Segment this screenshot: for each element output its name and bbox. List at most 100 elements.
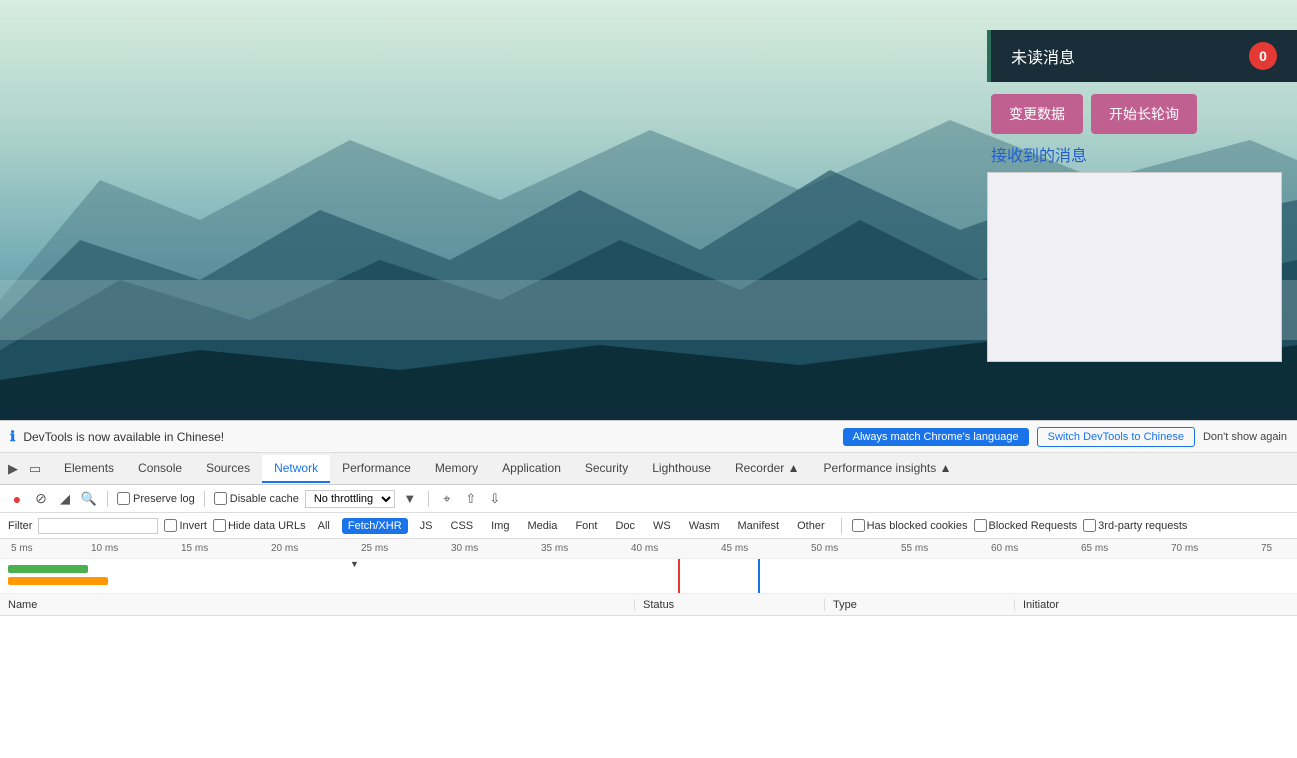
devtools-tab-icons: ▶ ▭ [4, 460, 44, 478]
upload-icon[interactable]: ⇧ [462, 490, 480, 508]
network-table-body [0, 616, 1297, 758]
filter-img[interactable]: Img [485, 518, 515, 534]
tab-lighthouse[interactable]: Lighthouse [640, 455, 723, 483]
filter-doc[interactable]: Doc [609, 518, 641, 534]
blocked-requests-label[interactable]: Blocked Requests [974, 519, 1078, 532]
filter-media[interactable]: Media [521, 518, 563, 534]
blocked-requests-checkbox[interactable] [974, 519, 987, 532]
tick-50ms: 50 ms [808, 539, 838, 558]
stop-icon[interactable]: ⊘ [32, 490, 50, 508]
start-poll-button[interactable]: 开始长轮询 [1091, 94, 1197, 134]
has-blocked-cookies-checkbox[interactable] [852, 519, 865, 532]
divider-2 [204, 491, 205, 507]
tick-30ms: 30 ms [448, 539, 478, 558]
tab-elements[interactable]: Elements [52, 455, 126, 483]
invert-label[interactable]: Invert [164, 519, 207, 532]
main-page: 未读消息 0 变更数据 开始长轮询 接收到的消息 [0, 0, 1297, 420]
tick-35ms: 35 ms [538, 539, 568, 558]
unread-badge: 0 [1249, 42, 1277, 70]
timeline-ruler: 5 ms 10 ms 15 ms 20 ms 25 ms 30 ms 35 ms… [0, 539, 1297, 559]
devtools-tab-bar: ▶ ▭ Elements Console Sources Network Per… [0, 453, 1297, 485]
network-table-header: Name Status Type Initiator [0, 594, 1297, 616]
unread-title: 未读消息 [1011, 44, 1075, 68]
tab-recorder[interactable]: Recorder ▲ [723, 455, 812, 483]
hide-data-urls-text: Hide data URLs [228, 520, 306, 532]
col-type-header[interactable]: Type [825, 599, 1015, 611]
throttle-icon[interactable]: ▼ [401, 490, 419, 508]
switch-chinese-button[interactable]: Switch DevTools to Chinese [1037, 427, 1195, 447]
has-blocked-cookies-label[interactable]: Has blocked cookies [852, 519, 968, 532]
tick-70ms: 70 ms [1168, 539, 1198, 558]
devtools-notification-bar: ℹ DevTools is now available in Chinese! … [0, 421, 1297, 453]
device-icon[interactable]: ▭ [26, 460, 44, 478]
tab-application[interactable]: Application [490, 455, 573, 483]
col-name-header[interactable]: Name [0, 599, 635, 611]
filter-fetch-xhr[interactable]: Fetch/XHR [342, 518, 408, 534]
blocked-requests-text: Blocked Requests [989, 520, 1078, 532]
tab-performance[interactable]: Performance [330, 455, 423, 483]
preserve-log-checkbox[interactable] [117, 492, 130, 505]
tick-15ms: 15 ms [178, 539, 208, 558]
third-party-text: 3rd-party requests [1098, 520, 1187, 532]
tick-75: 75 [1258, 539, 1272, 558]
tick-5ms: 5 ms [8, 539, 33, 558]
load-line [758, 559, 760, 594]
button-row: 变更数据 开始长轮询 [987, 94, 1297, 134]
invert-text: Invert [179, 520, 207, 532]
preserve-log-label[interactable]: Preserve log [117, 492, 195, 505]
tick-55ms: 55 ms [898, 539, 928, 558]
disable-cache-label[interactable]: Disable cache [214, 492, 299, 505]
cursor-icon[interactable]: ▶ [4, 460, 22, 478]
notification-text: DevTools is now available in Chinese! [23, 430, 834, 444]
preserve-log-text: Preserve log [133, 493, 195, 505]
filter-ws[interactable]: WS [647, 518, 677, 534]
throttle-select[interactable]: No throttling Fast 3G Slow 3G [305, 490, 395, 508]
filter-input[interactable] [38, 518, 158, 534]
tab-security[interactable]: Security [573, 455, 640, 483]
timeline-waterfall: ▼ [0, 559, 1297, 594]
divider-3 [428, 491, 429, 507]
filter-divider [841, 518, 842, 534]
cursor-triangle: ▼ [350, 559, 359, 569]
filter-css[interactable]: CSS [445, 518, 480, 534]
filter-wasm[interactable]: Wasm [683, 518, 726, 534]
hide-data-urls-checkbox[interactable] [213, 519, 226, 532]
filter-all[interactable]: All [312, 518, 336, 534]
col-status-header[interactable]: Status [635, 599, 825, 611]
tick-60ms: 60 ms [988, 539, 1018, 558]
filter-label: Filter [8, 520, 32, 532]
waterfall-bar-2 [8, 577, 108, 585]
tick-45ms: 45 ms [718, 539, 748, 558]
filter-icon[interactable]: ◢ [56, 490, 74, 508]
tab-sources[interactable]: Sources [194, 455, 262, 483]
third-party-checkbox[interactable] [1083, 519, 1096, 532]
filter-font[interactable]: Font [569, 518, 603, 534]
wifi-icon[interactable]: ⌖ [438, 490, 456, 508]
dismiss-link[interactable]: Don't show again [1203, 431, 1287, 443]
tab-network[interactable]: Network [262, 455, 330, 483]
message-box[interactable] [987, 172, 1282, 362]
tick-65ms: 65 ms [1078, 539, 1108, 558]
hide-data-urls-label[interactable]: Hide data URLs [213, 519, 306, 532]
filter-other[interactable]: Other [791, 518, 831, 534]
devtools-panel: ℹ DevTools is now available in Chinese! … [0, 420, 1297, 758]
invert-checkbox[interactable] [164, 519, 177, 532]
col-initiator-header[interactable]: Initiator [1015, 599, 1297, 611]
change-data-button[interactable]: 变更数据 [991, 94, 1083, 134]
filter-js[interactable]: JS [414, 518, 439, 534]
has-blocked-cookies-text: Has blocked cookies [867, 520, 968, 532]
third-party-label[interactable]: 3rd-party requests [1083, 519, 1187, 532]
tab-memory[interactable]: Memory [423, 455, 490, 483]
match-language-button[interactable]: Always match Chrome's language [843, 428, 1029, 446]
search-icon[interactable]: 🔍 [80, 490, 98, 508]
record-icon[interactable]: ● [8, 490, 26, 508]
devtools-toolbar: ● ⊘ ◢ 🔍 Preserve log Disable cache No th… [0, 485, 1297, 513]
tick-40ms: 40 ms [628, 539, 658, 558]
tab-console[interactable]: Console [126, 455, 194, 483]
disable-cache-checkbox[interactable] [214, 492, 227, 505]
tab-performance-insights[interactable]: Performance insights ▲ [812, 455, 964, 483]
filter-manifest[interactable]: Manifest [732, 518, 786, 534]
unread-bar: 未读消息 0 [987, 30, 1297, 82]
download-icon[interactable]: ⇩ [486, 490, 504, 508]
tick-25ms: 25 ms [358, 539, 388, 558]
